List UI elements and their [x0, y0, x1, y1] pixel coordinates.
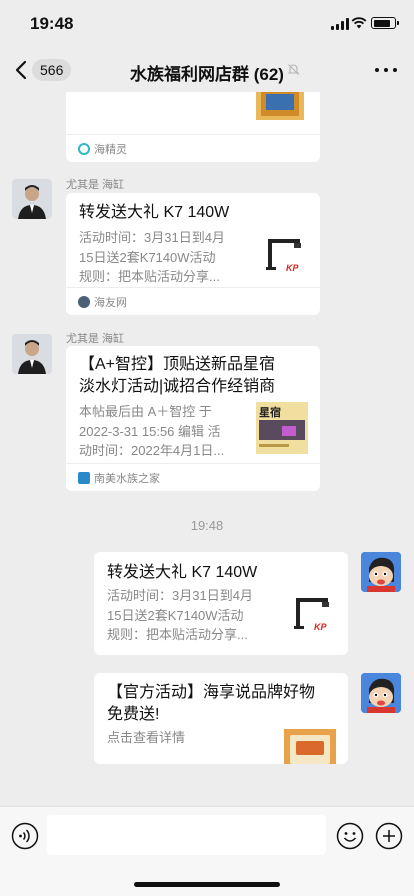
sender-name: 尤其是 海缸 [66, 179, 125, 191]
link-thumbnail [284, 729, 336, 764]
thumbnail-logo: KP [314, 622, 327, 632]
source-name: 南美水族之家 [94, 473, 160, 485]
mute-bell-icon [287, 64, 300, 75]
link-source: 海精灵 [66, 134, 320, 162]
cellular-signal-icon [331, 18, 349, 30]
my-avatar[interactable] [361, 673, 401, 713]
link-description: 点击查看详情 [107, 730, 186, 745]
source-icon [78, 472, 90, 484]
status-bar: 19:48 [0, 0, 414, 48]
chat-message-list[interactable]: 海精灵 尤其是 海缸 转发送大礼 K7 140W 活动时间：3月31日到4月 15… [0, 92, 414, 806]
status-time: 19:48 [30, 14, 74, 33]
link-thumbnail: KP [288, 592, 336, 640]
link-description: 活动时间：3月31日到4月 15日送2套K7140W活动 规则：把本贴活动分享... [79, 230, 225, 284]
more-actions-plus-icon[interactable] [375, 822, 403, 850]
message-timestamp: 19:48 [190, 518, 224, 533]
sender-name: 尤其是 海缸 [66, 333, 125, 345]
my-avatar[interactable] [361, 552, 401, 592]
source-icon [78, 143, 90, 155]
message-text-field[interactable] [47, 815, 326, 855]
link-card[interactable]: 转发送大礼 K7 140W 活动时间：3月31日到4月 15日送2套K7140W活… [94, 552, 348, 655]
home-indicator[interactable] [134, 882, 280, 887]
link-card[interactable]: 转发送大礼 K7 140W 活动时间：3月31日到4月 15日送2套K7140W活… [66, 193, 320, 315]
source-name: 海友网 [94, 297, 127, 309]
avatar[interactable] [12, 334, 52, 374]
link-title: 【官方活动】海享说品牌好物 免费送! [107, 684, 316, 723]
link-card[interactable]: 海精灵 [66, 92, 320, 162]
link-title: 【A+智控】顶贴送新品星宿 淡水灯活动|诚招合作经销商 [79, 356, 276, 395]
chat-header: 566 水族福利网店群 (62) [0, 48, 414, 92]
more-options-icon[interactable] [375, 68, 397, 73]
source-icon [78, 296, 90, 308]
chat-title: 水族福利网店群 (62) [130, 65, 284, 84]
link-source: 南美水族之家 [66, 463, 320, 491]
avatar[interactable] [12, 179, 52, 219]
link-title: 转发送大礼 K7 140W [79, 204, 230, 221]
link-description: 本帖最后由 A＋智控 于 2022-3-31 15:56 编辑 活动时间：2022… [79, 404, 225, 458]
link-thumbnail: 星宿 [256, 402, 308, 454]
source-name: 海精灵 [94, 144, 127, 156]
battery-icon [371, 17, 399, 29]
wifi-icon [351, 17, 367, 29]
link-thumbnail [256, 92, 304, 120]
thumbnail-logo: 星宿 [259, 407, 281, 419]
link-description: 活动时间：3月31日到4月 15日送2套K7140W活动 规则：把本贴活动分享... [107, 588, 253, 642]
link-card[interactable]: 【官方活动】海享说品牌好物 免费送! 点击查看详情 [94, 673, 348, 764]
emoji-icon[interactable] [336, 822, 364, 850]
thumbnail-logo: KP [286, 263, 299, 273]
link-title: 转发送大礼 K7 140W [107, 564, 258, 581]
voice-input-icon[interactable] [11, 822, 39, 850]
link-thumbnail: KP [260, 233, 308, 281]
link-source: 海友网 [66, 287, 320, 315]
link-card[interactable]: 【A+智控】顶贴送新品星宿 淡水灯活动|诚招合作经销商 本帖最后由 A＋智控 于2… [66, 346, 320, 491]
